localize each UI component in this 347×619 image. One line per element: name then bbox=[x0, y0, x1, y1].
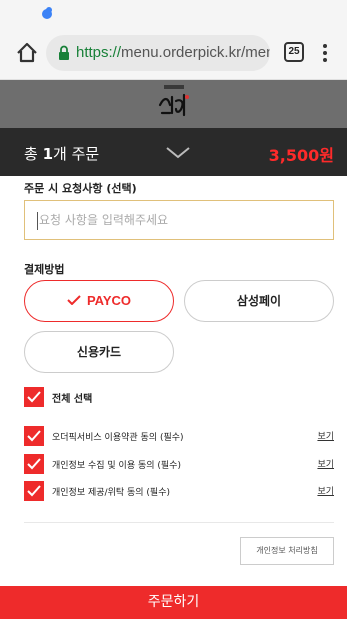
tab-switcher-button[interactable]: 25 bbox=[284, 42, 304, 62]
agreement-label: 개인정보 제공/위탁 동의 (필수) bbox=[52, 488, 170, 498]
home-icon[interactable] bbox=[14, 40, 40, 66]
view-terms-link[interactable]: 보기 bbox=[317, 484, 334, 497]
order-summary-header[interactable]: 총 1개 주문 3,500원 bbox=[0, 128, 347, 176]
restaurant-logo bbox=[158, 85, 189, 117]
status-bar bbox=[0, 0, 347, 26]
agreement-checkbox[interactable] bbox=[24, 454, 44, 474]
order-form: 주문 시 요청사항 (선택) 요청 사항을 입력해주세요 결제방법 PAYCO … bbox=[0, 176, 347, 619]
check-icon bbox=[67, 295, 81, 305]
agreement-row[interactable]: 오더픽서비스 이용약관 동의 (필수) 보기 bbox=[24, 426, 334, 446]
payment-option-payco[interactable]: PAYCO bbox=[24, 280, 174, 322]
text-caret bbox=[37, 212, 38, 230]
agreement-checkbox[interactable] bbox=[24, 481, 44, 501]
agreement-label: 오더픽서비스 이용약관 동의 (필수) bbox=[52, 433, 184, 443]
privacy-policy-button[interactable]: 개인정보 처리방침 bbox=[240, 537, 334, 565]
browser-toolbar: https://menu.orderpick.kr/men 25 bbox=[0, 26, 347, 80]
page-backdrop bbox=[0, 80, 347, 128]
divider bbox=[24, 522, 334, 523]
agreement-checkbox[interactable] bbox=[24, 426, 44, 446]
checkmark-icon bbox=[27, 485, 41, 497]
request-label: 주문 시 요청사항 (선택) bbox=[24, 182, 137, 195]
payment-option-credit-card[interactable]: 신용카드 bbox=[24, 331, 174, 373]
checkmark-icon bbox=[27, 458, 41, 470]
payment-option-samsungpay[interactable]: 삼성페이 bbox=[184, 280, 334, 322]
select-all-row[interactable]: 전체 선택 bbox=[24, 387, 334, 407]
app-notification-icon bbox=[42, 7, 52, 19]
chevron-down-icon[interactable] bbox=[165, 146, 191, 160]
total-price: 3,500원 bbox=[268, 146, 334, 165]
order-button[interactable]: 주문하기 bbox=[0, 586, 347, 619]
request-input[interactable]: 요청 사항을 입력해주세요 bbox=[24, 200, 334, 240]
payment-method-label: 결제방법 bbox=[24, 263, 65, 276]
agreement-row[interactable]: 개인정보 제공/위탁 동의 (필수) 보기 bbox=[24, 481, 334, 501]
request-placeholder: 요청 사항을 입력해주세요 bbox=[39, 213, 169, 227]
view-terms-link[interactable]: 보기 bbox=[317, 457, 334, 470]
select-all-label: 전체 선택 bbox=[52, 394, 93, 405]
url-text: https://menu.orderpick.kr/men bbox=[76, 44, 270, 61]
checkmark-icon bbox=[27, 391, 41, 403]
select-all-checkbox[interactable] bbox=[24, 387, 44, 407]
checkmark-icon bbox=[27, 430, 41, 442]
agreement-row[interactable]: 개인정보 수집 및 이용 동의 (필수) 보기 bbox=[24, 454, 334, 474]
agreement-label: 개인정보 수집 및 이용 동의 (필수) bbox=[52, 461, 181, 471]
order-count-title: 총 1개 주문 bbox=[24, 145, 100, 163]
lock-icon bbox=[59, 45, 69, 60]
view-terms-link[interactable]: 보기 bbox=[317, 429, 334, 442]
address-bar[interactable]: https://menu.orderpick.kr/men bbox=[46, 35, 270, 71]
more-vert-icon[interactable] bbox=[320, 41, 330, 65]
